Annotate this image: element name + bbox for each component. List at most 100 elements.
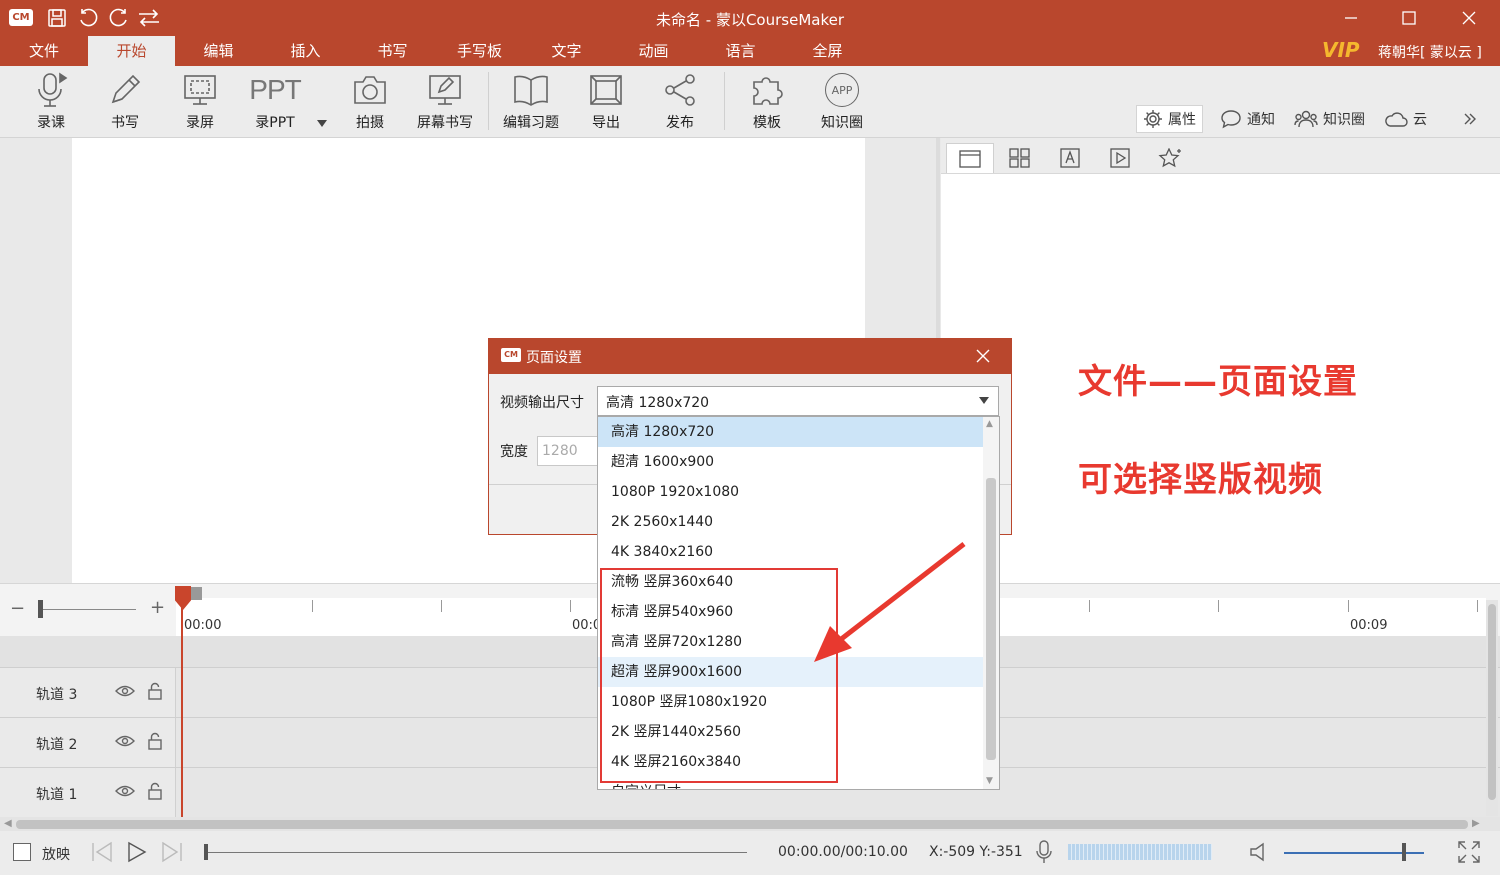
scroll-up-icon[interactable]: ▲ <box>986 419 993 429</box>
menu-animation[interactable]: 动画 <box>610 36 697 66</box>
capture-button[interactable]: 拍摄 <box>344 68 396 134</box>
undo-icon[interactable] <box>75 5 101 31</box>
close-button[interactable] <box>1440 0 1498 36</box>
expand-panel-button[interactable] <box>1462 105 1478 133</box>
user-name[interactable]: 蒋朝华[ 蒙以云 ] <box>1378 42 1482 62</box>
template-button[interactable]: 模板 <box>741 68 793 134</box>
timeline-vertical-scroll-thumb[interactable] <box>1488 604 1496 800</box>
ruler-label: 00:00 <box>184 618 222 633</box>
option-1080p[interactable]: 1080P 1920x1080 <box>598 477 984 507</box>
lock-icon[interactable] <box>148 682 162 704</box>
record-ppt-button[interactable]: PPT 录PPT <box>245 68 305 134</box>
track-name: 轨道 3 <box>36 687 78 703</box>
menu-fullscreen[interactable]: 全屏 <box>784 36 871 66</box>
puzzle-icon <box>749 68 785 112</box>
option-hd-1280x720[interactable]: 高清 1280x720 <box>598 417 984 447</box>
speaker-icon[interactable] <box>1248 841 1270 867</box>
ruler-tick <box>570 600 571 612</box>
next-icon[interactable] <box>160 841 184 867</box>
notify-tab[interactable]: 通知 <box>1220 105 1275 133</box>
menu-insert[interactable]: 插入 <box>262 36 349 66</box>
chevron-down-icon[interactable] <box>979 397 989 404</box>
zoom-slider-handle[interactable] <box>38 600 43 618</box>
export-icon <box>588 68 624 112</box>
option-2k[interactable]: 2K 2560x1440 <box>598 507 984 537</box>
end-marker[interactable] <box>191 587 202 600</box>
menu-tablet[interactable]: 手写板 <box>436 36 523 66</box>
playback-progress-track[interactable] <box>207 852 747 853</box>
capture-label: 拍摄 <box>356 115 384 131</box>
zoom-in-icon[interactable]: + <box>150 597 165 618</box>
audio-level-meter <box>1068 844 1212 860</box>
publish-button[interactable]: 发布 <box>654 68 706 134</box>
knowledge-circle-label: 知识圈 <box>821 115 863 131</box>
record-ppt-dropdown-icon[interactable] <box>317 120 327 127</box>
edit-exercise-button[interactable]: 编辑习题 <box>496 68 566 134</box>
dropdown-scroll-thumb[interactable] <box>986 478 996 760</box>
zoom-slider-track[interactable] <box>38 609 136 610</box>
export-button[interactable]: 导出 <box>580 68 632 134</box>
minimize-button[interactable] <box>1322 0 1380 36</box>
redo-icon[interactable] <box>106 5 132 31</box>
play-box-icon <box>1110 148 1130 168</box>
write-button[interactable]: 书写 <box>99 68 151 134</box>
previous-icon[interactable] <box>90 841 114 867</box>
menu-edit[interactable]: 编辑 <box>175 36 262 66</box>
lock-icon[interactable] <box>148 782 162 804</box>
playhead-line[interactable] <box>181 586 183 818</box>
screen-write-button[interactable]: 屏幕书写 <box>410 68 480 134</box>
ribbon-divider <box>488 72 489 130</box>
properties-tab[interactable]: 属性 <box>1136 105 1203 133</box>
scroll-left-icon[interactable]: ◀ <box>4 818 12 829</box>
maximize-button[interactable] <box>1380 0 1438 36</box>
export-label: 导出 <box>592 115 620 131</box>
share-icon <box>662 68 698 112</box>
scroll-down-icon[interactable]: ▼ <box>986 776 993 786</box>
gear-icon <box>1144 110 1162 128</box>
zoom-out-icon[interactable]: − <box>10 598 25 619</box>
annotation-portrait: 可选择竖版视频 <box>1078 460 1323 500</box>
vip-badge[interactable]: VIP <box>1322 38 1360 62</box>
timeline-horizontal-scroll-thumb[interactable] <box>16 820 1468 829</box>
record-screen-button[interactable]: 录屏 <box>174 68 226 134</box>
play-icon[interactable] <box>125 841 149 867</box>
option-uhd-1600x900[interactable]: 超清 1600x900 <box>598 447 984 477</box>
eye-icon[interactable] <box>115 784 135 802</box>
tab-text[interactable] <box>1046 143 1094 173</box>
volume-slider-handle[interactable] <box>1402 843 1406 861</box>
menu-write[interactable]: 书写 <box>349 36 436 66</box>
microphone-icon <box>34 68 68 112</box>
annotation-page-setup: 文件——页面设置 <box>1078 362 1358 402</box>
dialog-close-button[interactable] <box>968 342 998 370</box>
menu-file[interactable]: 文件 <box>0 36 88 66</box>
menu-text[interactable]: 文字 <box>523 36 610 66</box>
cursor-coordinates: X:-509 Y:-351 <box>929 844 1023 860</box>
scroll-right-icon[interactable]: ▶ <box>1472 818 1480 829</box>
knowledge-circle-tab[interactable]: 知识圈 <box>1294 105 1365 133</box>
microphone-icon[interactable] <box>1034 839 1054 869</box>
knowledge-circle-button[interactable]: APP 知识圈 <box>812 68 872 134</box>
tab-page[interactable] <box>946 143 994 173</box>
width-input[interactable]: 1280 <box>537 436 599 466</box>
menu-start[interactable]: 开始 <box>88 36 175 66</box>
tab-media[interactable] <box>1096 143 1144 173</box>
eye-icon[interactable] <box>115 684 135 702</box>
book-icon <box>512 68 550 112</box>
fullscreen-icon[interactable] <box>1457 840 1481 868</box>
record-lesson-button[interactable]: 录课 <box>25 68 77 134</box>
save-icon[interactable] <box>44 5 70 31</box>
ribbon-divider <box>724 72 725 130</box>
ruler-tick <box>312 600 313 612</box>
cloud-tab[interactable]: 云 <box>1384 105 1427 133</box>
tab-favorites[interactable] <box>1146 143 1194 173</box>
tab-layout[interactable] <box>996 143 1044 173</box>
double-chevron-right-icon <box>1464 113 1476 125</box>
window-title: 未命名 - 蒙以CourseMaker <box>656 11 844 29</box>
play-checkbox[interactable] <box>13 843 31 861</box>
eye-icon[interactable] <box>115 734 135 752</box>
playback-progress-handle[interactable] <box>204 844 208 860</box>
menu-voice[interactable]: 语言 <box>697 36 784 66</box>
lock-icon[interactable] <box>148 732 162 754</box>
playback-bar <box>0 831 1500 875</box>
switch-icon[interactable] <box>136 5 162 31</box>
